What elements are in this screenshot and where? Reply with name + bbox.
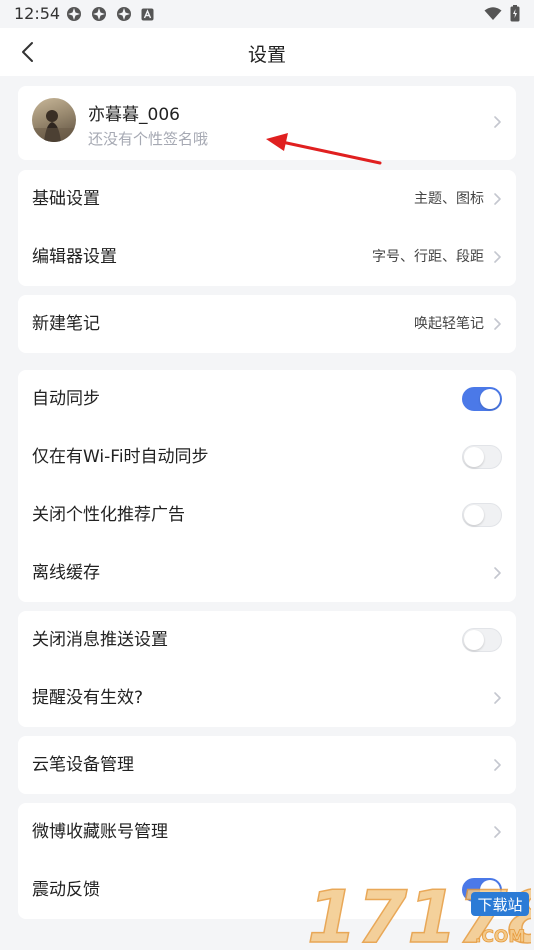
personalized-ads-toggle[interactable] bbox=[462, 503, 502, 527]
chevron-right-icon bbox=[494, 692, 501, 704]
status-time: 12:54 bbox=[14, 4, 61, 23]
settings-group-notifications: 关闭消息推送设置 提醒没有生效? bbox=[18, 611, 516, 727]
app-notification-icon bbox=[92, 7, 106, 21]
row-auto-sync: 自动同步 bbox=[18, 370, 516, 428]
keyboard-a-icon bbox=[141, 8, 154, 20]
wifi-only-sync-toggle[interactable] bbox=[462, 445, 502, 469]
chevron-right-icon bbox=[494, 193, 501, 205]
app-notification-icon bbox=[117, 7, 131, 21]
row-label: 震动反馈 bbox=[32, 880, 100, 900]
toggle-knob bbox=[464, 505, 484, 525]
row-basic-settings[interactable]: 基础设置 主题、图标 bbox=[18, 170, 516, 228]
toggle-knob bbox=[480, 389, 500, 409]
row-label: 关闭消息推送设置 bbox=[32, 630, 168, 650]
row-disable-push: 关闭消息推送设置 bbox=[18, 611, 516, 669]
row-disable-personalized-ads: 关闭个性化推荐广告 bbox=[18, 486, 516, 544]
chevron-right-icon bbox=[494, 251, 501, 263]
row-new-note[interactable]: 新建笔记 唤起轻笔记 bbox=[18, 295, 516, 353]
settings-group-new-note: 新建笔记 唤起轻笔记 bbox=[18, 295, 516, 353]
top-nav-bar: 设置 bbox=[0, 28, 534, 76]
row-label: 提醒没有生效? bbox=[32, 688, 144, 708]
chevron-right-icon bbox=[494, 116, 501, 128]
toggle-knob bbox=[464, 447, 484, 467]
settings-group-basic: 基础设置 主题、图标 编辑器设置 字号、行距、段距 bbox=[18, 170, 516, 286]
status-bar: 12:54 bbox=[0, 0, 534, 28]
row-label: 微博收藏账号管理 bbox=[32, 822, 168, 842]
page-title: 设置 bbox=[247, 44, 286, 66]
row-label: 离线缓存 bbox=[32, 563, 100, 583]
row-value: 主题、图标 bbox=[414, 191, 484, 207]
profile-signature: 还没有个性签名哦 bbox=[88, 130, 209, 148]
row-value: 唤起轻笔记 bbox=[414, 316, 484, 332]
row-label: 自动同步 bbox=[32, 389, 100, 409]
row-label: 关闭个性化推荐广告 bbox=[32, 505, 185, 525]
wifi-icon bbox=[484, 6, 502, 20]
row-weibo-account[interactable]: 微博收藏账号管理 bbox=[18, 803, 516, 861]
row-reminder-help[interactable]: 提醒没有生效? bbox=[18, 669, 516, 727]
watermark-domain: .COM bbox=[475, 927, 525, 947]
battery-icon bbox=[510, 5, 520, 22]
row-value: 字号、行距、段距 bbox=[372, 249, 484, 265]
settings-group-devices: 云笔设备管理 bbox=[18, 736, 516, 794]
profile-name: 亦暮暮_006 bbox=[88, 105, 180, 125]
site-watermark: 17178 下载站 .COM bbox=[306, 874, 531, 948]
row-wifi-only-sync: 仅在有Wi-Fi时自动同步 bbox=[18, 428, 516, 486]
app-notification-icon bbox=[67, 7, 81, 21]
row-label: 编辑器设置 bbox=[32, 247, 117, 267]
row-label: 云笔设备管理 bbox=[32, 755, 134, 775]
row-label: 基础设置 bbox=[32, 189, 100, 209]
notification-icons bbox=[66, 6, 154, 22]
row-label: 新建笔记 bbox=[32, 314, 100, 334]
row-device-management[interactable]: 云笔设备管理 bbox=[18, 736, 516, 794]
row-offline-cache[interactable]: 离线缓存 bbox=[18, 544, 516, 602]
chevron-right-icon bbox=[494, 318, 501, 330]
row-label: 仅在有Wi-Fi时自动同步 bbox=[32, 447, 209, 467]
avatar[interactable] bbox=[32, 98, 76, 142]
chevron-right-icon bbox=[494, 567, 501, 579]
chevron-right-icon bbox=[494, 826, 501, 838]
toggle-knob bbox=[464, 630, 484, 650]
watermark-badge: 下载站 bbox=[477, 896, 522, 914]
auto-sync-toggle[interactable] bbox=[462, 387, 502, 411]
settings-group-sync: 自动同步 仅在有Wi-Fi时自动同步 关闭个性化推荐广告 离线缓存 bbox=[18, 370, 516, 602]
row-editor-settings[interactable]: 编辑器设置 字号、行距、段距 bbox=[18, 228, 516, 286]
annotation-arrow bbox=[266, 133, 382, 165]
system-icons bbox=[484, 5, 520, 22]
push-notification-toggle[interactable] bbox=[462, 628, 502, 652]
chevron-right-icon bbox=[494, 759, 501, 771]
